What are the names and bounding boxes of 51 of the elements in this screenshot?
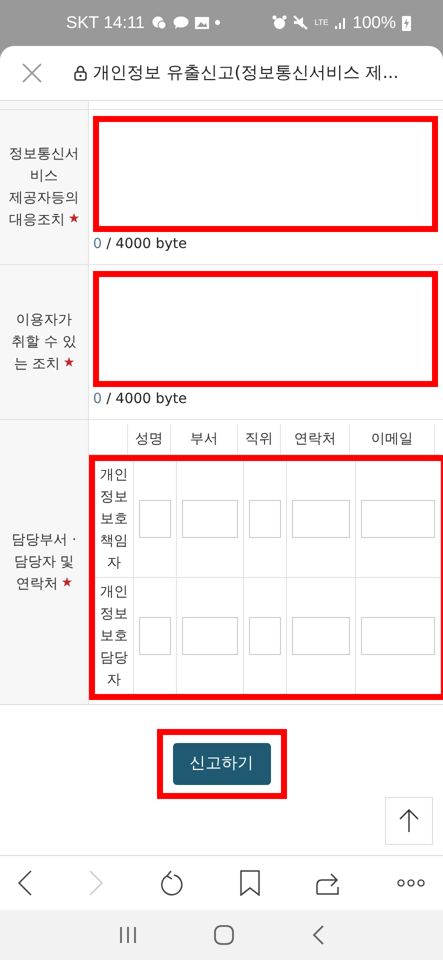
byte-limit: / 4000 byte <box>106 390 187 407</box>
back-icon[interactable] <box>18 870 32 896</box>
field-label: 정보통신서 비스 제공자등의 대응조치 <box>9 144 79 230</box>
image-icon <box>194 16 209 29</box>
field-label: 담당부서 · 담당자 및 연락처 <box>12 530 76 594</box>
battery-level: 100% <box>352 12 396 33</box>
chat-icon <box>150 16 167 30</box>
network-type: LTE <box>314 18 329 28</box>
share-icon[interactable] <box>316 870 340 895</box>
byte-limit: / 4000 byte <box>106 236 187 252</box>
scroll-top-button[interactable] <box>385 796 433 845</box>
field-label: 이용자가 취할 수 있 는 조치 <box>12 310 76 374</box>
column-header: 연락처 <box>294 430 336 448</box>
lock-icon <box>74 64 87 81</box>
column-header: 직위 <box>245 430 273 448</box>
role-label: 개인정보보호책임자 <box>99 466 129 573</box>
reload-icon[interactable] <box>159 870 184 896</box>
byte-count: 0 <box>93 236 102 252</box>
column-header: 이메일 <box>371 430 413 448</box>
bookmark-icon[interactable] <box>240 870 260 896</box>
input-field[interactable] <box>249 500 281 538</box>
column-header: 성명 <box>135 430 163 448</box>
text-area[interactable] <box>93 270 438 387</box>
mute-icon <box>293 15 308 30</box>
page-title: 개인정보 유출신고(정보통신서비스 제... <box>93 62 399 84</box>
close-icon[interactable] <box>22 62 42 83</box>
input-field[interactable] <box>249 616 281 655</box>
back-icon[interactable] <box>312 924 324 945</box>
byte-count: 0 <box>93 390 102 407</box>
input-field[interactable] <box>182 616 238 655</box>
input-field[interactable] <box>292 500 350 538</box>
input-field[interactable] <box>361 500 435 538</box>
input-field[interactable] <box>182 500 238 538</box>
up-arrow-icon <box>399 808 419 833</box>
more-icon[interactable] <box>396 878 425 887</box>
carrier-time: SKT 14:11 <box>66 12 145 33</box>
role-label: 개인정보보호담당자 <box>99 582 129 690</box>
column-header: 부서 <box>190 430 218 448</box>
signal-icon <box>334 16 347 30</box>
dot-icon <box>214 20 220 26</box>
submit-button[interactable]: 신고하기 <box>172 742 270 785</box>
recents-icon[interactable] <box>118 926 137 944</box>
input-field[interactable] <box>139 500 171 538</box>
text-area[interactable] <box>93 116 438 232</box>
input-field[interactable] <box>139 616 171 655</box>
input-field[interactable] <box>361 616 435 655</box>
home-icon[interactable] <box>214 924 234 945</box>
message-icon <box>172 16 189 30</box>
input-field[interactable] <box>292 616 350 655</box>
forward-icon[interactable] <box>88 870 103 896</box>
battery-icon <box>402 14 411 31</box>
